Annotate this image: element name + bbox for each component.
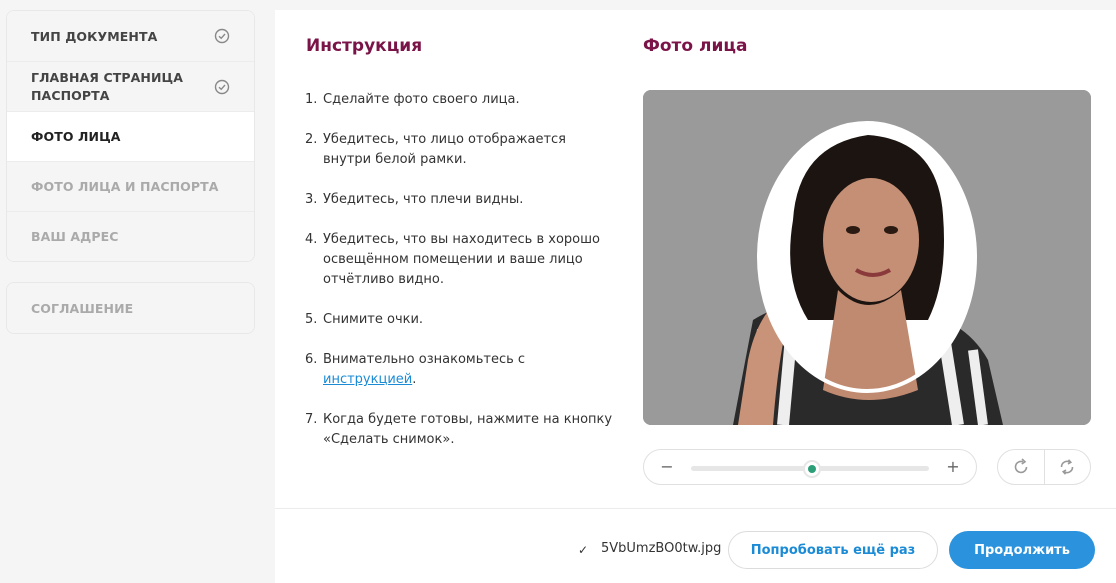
zoom-out-button[interactable]: − [657, 457, 677, 476]
rotate-clockwise-icon [1014, 458, 1028, 474]
face-photo-image [643, 90, 1091, 425]
sidebar-item-document-type[interactable]: ТИП ДОКУМЕНТА [7, 11, 254, 61]
flip-button[interactable] [1043, 450, 1091, 484]
instruction-step: 5. Снимите очки. [305, 312, 424, 327]
instruction-step: 1. Сделайте фото своего лица. [305, 92, 520, 107]
steps-group: ТИП ДОКУМЕНТА ГЛАВНАЯ СТРАНИЦА ПАСПОРТА … [6, 10, 255, 262]
sidebar-item-label: ФОТО ЛИЦА [31, 129, 121, 144]
check-circle-icon [214, 28, 230, 44]
zoom-slider-bar: − + [643, 449, 977, 485]
sidebar-item-face-and-passport-photo: ФОТО ЛИЦА И ПАСПОРТА [7, 161, 254, 211]
retry-button[interactable]: Попробовать ещё раз [728, 531, 938, 569]
uploaded-file-name: 5VbUmzBO0tw.jpg [601, 541, 722, 556]
sidebar-item-face-photo[interactable]: ФОТО ЛИЦА [7, 111, 254, 161]
sidebar-item-label: ФОТО ЛИЦА И ПАСПОРТА [31, 179, 219, 194]
instructions-title: Инструкция [306, 36, 423, 56]
rotate-controls [997, 449, 1091, 485]
sidebar-item-label: ВАШ АДРЕС [31, 229, 119, 244]
agreement-group: СОГЛАШЕНИЕ [6, 282, 255, 334]
flip-rotate-icon [1060, 459, 1074, 475]
zoom-slider-thumb[interactable] [803, 460, 822, 478]
instruction-step: 2. Убедитесь, что лицо отображается внутр… [305, 132, 566, 167]
sidebar-item-address: ВАШ АДРЕС [7, 211, 254, 261]
instruction-step: 4. Убедитесь, что вы находитесь в хорошо … [305, 232, 600, 287]
zoom-in-button[interactable]: + [943, 457, 963, 476]
main-panel: Инструкция Фото лица 1. Сделайте фото сво… [275, 10, 1116, 583]
rotate-button[interactable] [998, 450, 1044, 484]
instruction-step: 6. Внимательно ознакомьтесь с инструкцией… [305, 352, 526, 387]
instruction-step: 3. Убедитесь, что плечи видны. [305, 192, 524, 207]
instruction-step: 7. Когда будете готовы, нажмите на кнопку… [305, 412, 613, 447]
instructions-list: 1. Сделайте фото своего лица. 2. Убедитесь… [305, 90, 615, 470]
sidebar-item-agreement: СОГЛАШЕНИЕ [7, 283, 254, 333]
face-photo-preview[interactable] [643, 90, 1091, 425]
footer-bar: ✓ 5VbUmzBO0tw.jpg Попробовать ещё раз Пр… [275, 508, 1116, 583]
sidebar-item-passport-main-page[interactable]: ГЛАВНАЯ СТРАНИЦА ПАСПОРТА [7, 61, 254, 111]
check-circle-icon [214, 79, 230, 94]
sidebar-item-label: ГЛАВНАЯ СТРАНИЦА ПАСПОРТА [31, 69, 183, 103]
sidebar-item-label: ТИП ДОКУМЕНТА [31, 28, 158, 44]
instructions-link[interactable]: инструкцией [323, 372, 412, 387]
sidebar: ТИП ДОКУМЕНТА ГЛАВНАЯ СТРАНИЦА ПАСПОРТА … [6, 10, 255, 334]
continue-button[interactable]: Продолжить [949, 531, 1095, 569]
sidebar-item-label: СОГЛАШЕНИЕ [31, 300, 134, 316]
photo-title: Фото лица [643, 36, 748, 56]
zoom-slider-track[interactable] [691, 460, 929, 478]
check-icon: ✓ [578, 543, 589, 557]
